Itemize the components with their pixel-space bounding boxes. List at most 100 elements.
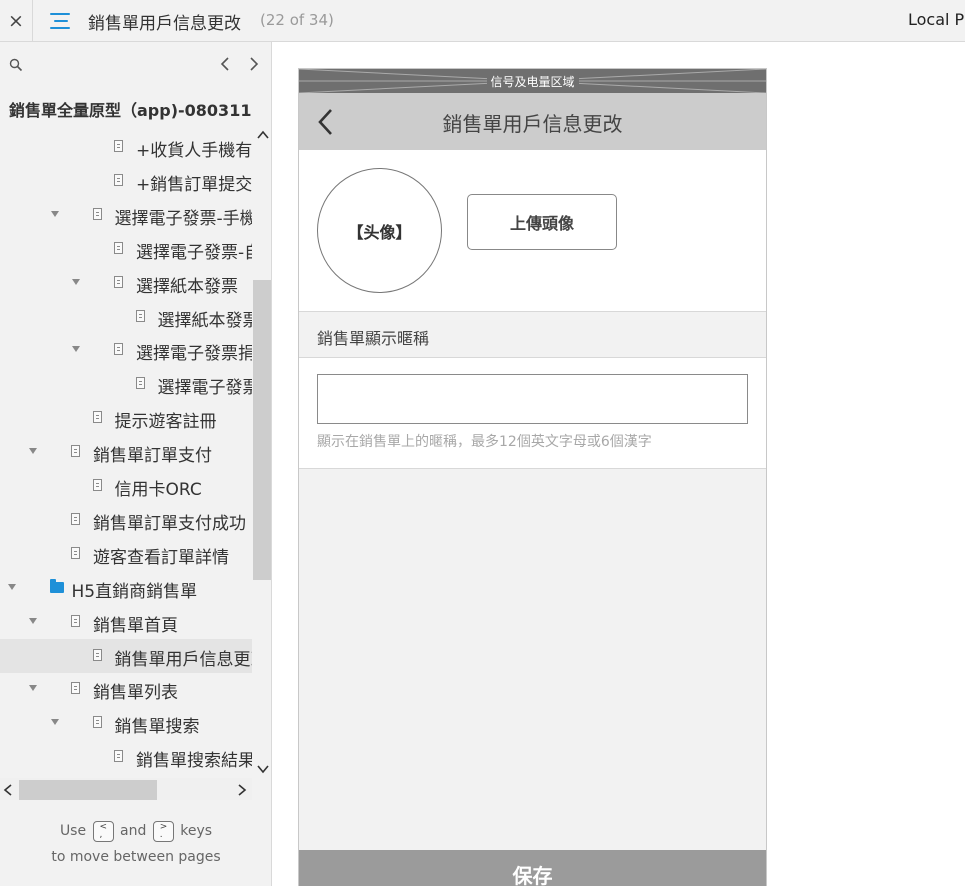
local-preview-label[interactable]: Local Pr — [908, 10, 965, 29]
tree-item-label: 銷售單搜索 — [114, 717, 200, 738]
tree-item-label: 信用卡ORC — [114, 480, 202, 500]
tree-item-label: 選擇電子發票捐贈 — [136, 344, 252, 365]
app-header: 銷售單用戶信息更改 — [299, 93, 766, 150]
expand-arrow-icon[interactable] — [72, 278, 80, 285]
expand-arrow-icon[interactable] — [50, 210, 59, 217]
chevron-left-icon — [220, 57, 229, 71]
page-tree: +收貨人手機有歷! +銷售訂單提交-選選擇電子發票-手機選擇電子發票-自然選擇紙本… — [0, 130, 252, 782]
phone-prototype: 信号及电量区域 銷售單用戶信息更改 【头像】 上傳頭像 銷售單顯示暱稱 顯示在銷… — [298, 68, 767, 886]
page-icon — [92, 207, 102, 220]
search-icon[interactable] — [9, 58, 23, 72]
horizontal-scrollbar-thumb[interactable] — [19, 780, 157, 800]
top-bar: × 銷售單用戶信息更改 (22 of 34) Local Pr — [0, 0, 965, 42]
tree-item-label: 銷售單搜索結果 — [136, 751, 252, 772]
tree-item-label: 選擇電子發票捐 — [157, 378, 253, 399]
close-icon: × — [8, 9, 24, 32]
nickname-input[interactable] — [317, 374, 748, 424]
header-title: 銷售單用戶信息更改 — [442, 112, 623, 136]
save-button[interactable]: 保存 — [299, 850, 766, 886]
previous-page-button[interactable] — [216, 54, 234, 74]
tree-item-label: 選擇紙本發票 — [136, 276, 238, 297]
page-icon — [114, 140, 123, 152]
page-counter: (22 of 34) — [260, 11, 334, 29]
page-icon — [135, 309, 145, 322]
expand-arrow-icon[interactable] — [29, 617, 37, 624]
tree-item-label: 選擇電子發票-自然 — [136, 242, 252, 263]
nickname-hint: 顯示在銷售單上的暱稱，最多12個英文字母或6個漢字 — [317, 434, 652, 450]
tree-item[interactable]: 銷售單用戶信息更改 — [0, 638, 253, 673]
folder-icon — [49, 578, 64, 593]
page-icon — [92, 648, 102, 661]
next-key-icon: > . — [152, 820, 174, 842]
project-title: 銷售單全量原型（app)-080311 — [9, 101, 252, 120]
chevron-right-icon — [250, 57, 259, 71]
page-icon — [92, 716, 102, 729]
nickname-label-row: 銷售單顯示暱稱 — [299, 312, 766, 358]
page-icon — [135, 377, 145, 390]
tree-item-label: 遊客查看訂單詳情 — [93, 547, 229, 568]
tree-item-label: 選擇紙本發票-手 — [157, 310, 253, 331]
tree-item[interactable]: +收貨人手機有歷! — [0, 130, 252, 164]
tree-item[interactable]: 選擇電子發票-手機 — [0, 198, 252, 232]
page-icon — [71, 445, 80, 458]
tree-item-label: 提示遊客註冊 — [114, 412, 217, 433]
tree-item[interactable]: 選擇電子發票捐贈 — [0, 333, 252, 367]
sitemap-sidebar: 銷售單全量原型（app)-080311 +收貨人手機有歷! +銷售訂單提交-選選擇… — [0, 42, 272, 886]
page-icon — [71, 512, 80, 525]
tree-item[interactable]: 銷售單搜索 — [0, 706, 252, 740]
page-icon — [71, 682, 80, 695]
avatar-section: 【头像】 上傳頭像 — [299, 150, 766, 312]
expand-arrow-icon[interactable] — [7, 583, 16, 590]
tree-item-label: 選擇電子發票-手機 — [114, 208, 253, 229]
page-icon — [114, 173, 123, 186]
tree-item[interactable]: 提示遊客註冊 — [0, 401, 252, 435]
vertical-scrollbar-thumb[interactable] — [253, 280, 271, 580]
expand-arrow-icon[interactable] — [29, 448, 37, 455]
tree-item[interactable]: 選擇電子發票捐 — [0, 367, 252, 401]
scroll-down-arrow-icon[interactable] — [256, 762, 270, 776]
tree-item[interactable]: 銷售單列表 — [0, 672, 252, 706]
page-icon — [114, 343, 123, 356]
tree-item[interactable]: H5直銷商銷售單 — [0, 571, 252, 605]
prev-key-icon: < , — [92, 820, 114, 842]
tree-item[interactable]: 選擇紙本發票 — [0, 266, 252, 300]
avatar[interactable]: 【头像】 — [317, 168, 442, 293]
scroll-left-arrow-icon[interactable] — [2, 783, 14, 797]
tree-item[interactable]: +銷售訂單提交-選 — [0, 164, 252, 198]
tree-item[interactable]: 銷售單訂單支付成功 — [0, 503, 252, 537]
page-icon — [92, 479, 102, 491]
page-icon — [114, 750, 123, 763]
page-title: 銷售單用戶信息更改 — [88, 14, 241, 34]
scroll-up-arrow-icon[interactable] — [256, 128, 270, 142]
tree-item[interactable]: 銷售單首頁 — [0, 605, 252, 639]
page-icon — [71, 614, 80, 627]
tree-item[interactable]: 信用卡ORC — [0, 469, 252, 503]
expand-arrow-icon[interactable] — [29, 685, 37, 692]
nickname-label: 銷售單顯示暱稱 — [317, 329, 430, 348]
tree-item-label: 銷售單首頁 — [93, 615, 178, 636]
scroll-right-arrow-icon[interactable] — [236, 783, 248, 797]
expand-arrow-icon[interactable] — [72, 346, 80, 353]
page-icon — [92, 411, 102, 424]
tree-item-label: 銷售單列表 — [93, 683, 178, 704]
page-icon — [114, 241, 123, 254]
page-icon — [114, 275, 123, 288]
close-button[interactable]: × — [0, 0, 33, 41]
tree-item[interactable]: 選擇紙本發票-手 — [0, 300, 252, 334]
tree-item-label: 銷售單訂單支付成功 — [93, 513, 246, 534]
status-bar-placeholder: 信号及电量区域 — [299, 69, 766, 93]
next-page-button[interactable] — [245, 54, 263, 74]
tree-item-label: 銷售單用戶信息更改 — [114, 649, 253, 670]
tree-item-label: +收貨人手機有歷! — [136, 141, 252, 161]
tree-item[interactable]: 遊客查看訂單詳情 — [0, 537, 252, 571]
nickname-input-row: 顯示在銷售單上的暱稱，最多12個英文字母或6個漢字 — [299, 358, 766, 469]
upload-avatar-button[interactable]: 上傳頭像 — [467, 194, 617, 250]
expand-arrow-icon[interactable] — [50, 719, 59, 726]
tree-item[interactable]: 銷售單訂單支付 — [0, 435, 252, 469]
tree-item-label: H5直銷商銷售單 — [71, 581, 198, 602]
tree-item[interactable]: 選擇電子發票-自然 — [0, 232, 252, 266]
tree-item[interactable]: 銷售單搜索結果 — [0, 740, 252, 774]
hamburger-menu-icon[interactable] — [50, 10, 72, 32]
keyboard-hint: Use < , and > . keys to move between pag… — [51, 820, 221, 865]
tree-item-label: +銷售訂單提交-選 — [136, 174, 252, 195]
